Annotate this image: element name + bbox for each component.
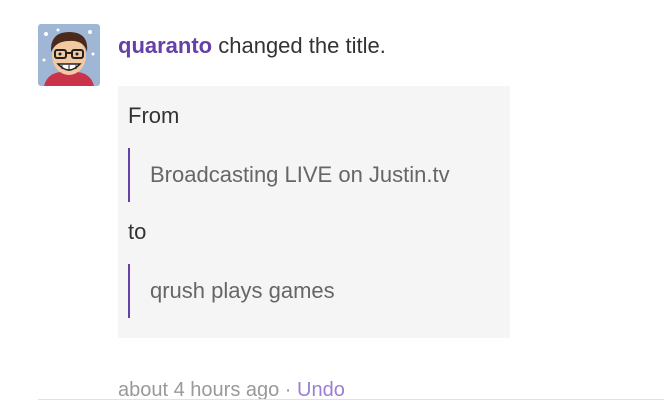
title-change-box: From Broadcasting LIVE on Justin.tv to q… (118, 86, 510, 338)
new-title-text: qrush plays games (150, 278, 335, 303)
old-title-text: Broadcasting LIVE on Justin.tv (150, 162, 450, 187)
undo-link[interactable]: Undo (297, 379, 345, 401)
actor-username-link[interactable]: quaranto (118, 33, 212, 58)
from-label: From (128, 103, 180, 128)
to-label: to (128, 219, 147, 244)
activity-entry: quaranto changed the title. From Broadca… (0, 0, 664, 420)
entry-headline: quaranto changed the title. (118, 30, 386, 62)
timestamp: about 4 hours ago (118, 379, 280, 401)
action-text: changed the title. (212, 33, 386, 58)
meta-separator: · (279, 379, 298, 401)
cartoon-avatar-icon (38, 24, 100, 86)
entry-divider (38, 399, 664, 400)
user-avatar-icon[interactable] (38, 24, 100, 86)
new-title-quote: qrush plays games (128, 264, 470, 318)
old-title-quote: Broadcasting LIVE on Justin.tv (128, 148, 470, 202)
